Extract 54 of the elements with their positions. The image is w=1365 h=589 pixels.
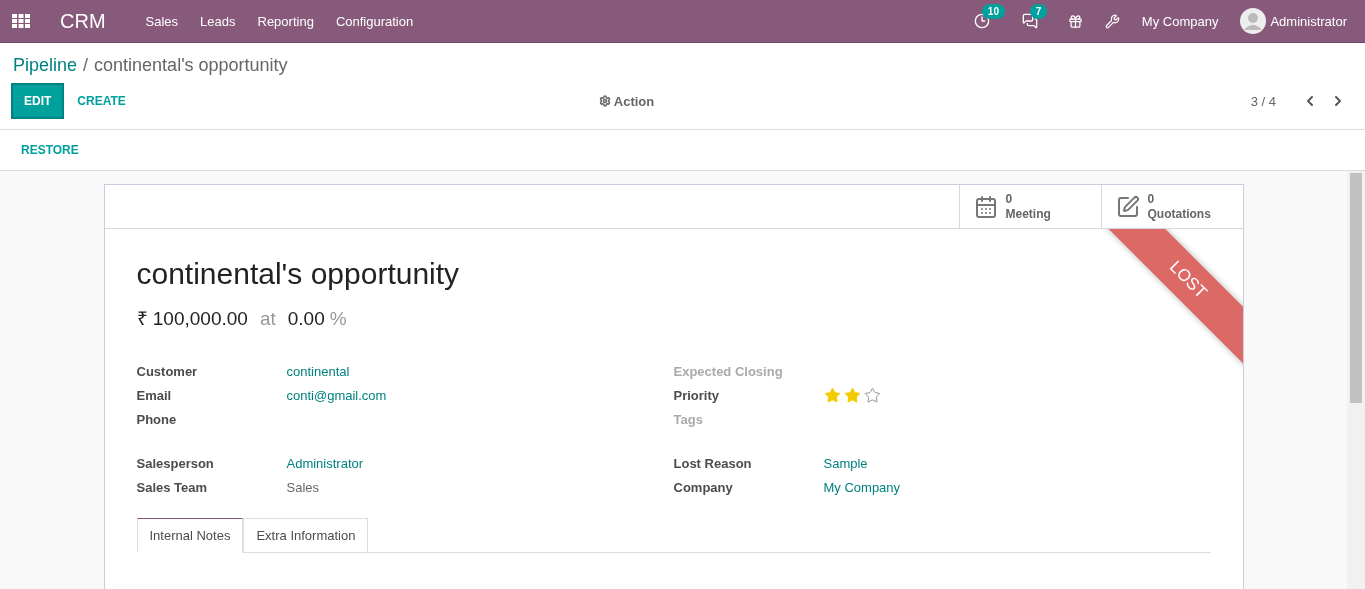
field-label: Tags (673, 411, 704, 427)
probability-value: 0.00 (287, 308, 325, 330)
message-count-badge: 7 (1029, 4, 1048, 19)
menu-item[interactable]: Reporting (257, 13, 314, 29)
field-label: Salesperson (136, 455, 215, 471)
field-label: Phone (136, 411, 178, 427)
field-value[interactable]: Administrator (286, 455, 364, 471)
gear-icon (598, 95, 611, 107)
breadcrumb-link[interactable]: Pipeline (13, 55, 78, 76)
activity-count-badge: 10 (981, 4, 1005, 19)
gift-icon[interactable] (1067, 13, 1083, 29)
field-value[interactable]: continental (286, 363, 350, 379)
field-label: Customer (136, 363, 199, 379)
revenue-value: ₹ 100,000.00 (136, 307, 248, 331)
chat-icon[interactable] (1021, 13, 1038, 29)
app-name: CRM (60, 9, 106, 33)
action-button[interactable]: Action (592, 92, 661, 110)
field-label: Email (136, 387, 173, 403)
restore-button[interactable]: RESTORE (10, 134, 90, 166)
at-label: at (259, 308, 276, 330)
apps-menu-icon[interactable] (12, 14, 30, 28)
field-value: Sales (286, 479, 320, 495)
scrollbar[interactable] (1347, 171, 1365, 589)
menu-item[interactable]: Sales (145, 13, 179, 29)
calendar-icon (973, 194, 998, 219)
menu-item[interactable]: Configuration (335, 13, 414, 29)
clock-icon[interactable] (973, 13, 990, 29)
star-icon[interactable] (823, 386, 841, 404)
company-switcher[interactable]: My Company (1141, 13, 1219, 29)
field-value[interactable]: My Company (823, 479, 901, 495)
field-value[interactable]: Sample (823, 455, 868, 471)
field-label: Priority (673, 387, 720, 403)
field-label: Sales Team (136, 479, 209, 495)
user-menu[interactable]: Administrator (1270, 13, 1347, 29)
edit-icon (1115, 194, 1140, 219)
breadcrumb-separator: / (83, 55, 89, 76)
star-icon[interactable] (863, 386, 881, 404)
field-label: Expected Closing (673, 363, 784, 379)
record-title: continental's opportunity (136, 257, 460, 291)
percent-sign: % (329, 308, 347, 330)
tools-icon[interactable] (1104, 13, 1120, 29)
avatar-icon[interactable] (1240, 8, 1267, 34)
notebook-tab[interactable]: Internal Notes (136, 518, 244, 553)
field-label: Lost Reason (673, 455, 753, 471)
notebook-tab[interactable]: Extra Information (243, 518, 369, 553)
pager-value: 3 / 4 (1250, 93, 1276, 109)
edit-button[interactable]: EDIT (13, 85, 63, 117)
field-value[interactable]: conti@gmail.com (286, 387, 387, 403)
breadcrumb-current: continental's opportunity (94, 55, 288, 76)
priority-stars[interactable] (823, 386, 881, 404)
menu-item[interactable]: Leads (200, 13, 236, 29)
create-button[interactable]: CREATE (66, 85, 137, 117)
star-icon[interactable] (843, 386, 861, 404)
field-label: Company (673, 479, 734, 495)
